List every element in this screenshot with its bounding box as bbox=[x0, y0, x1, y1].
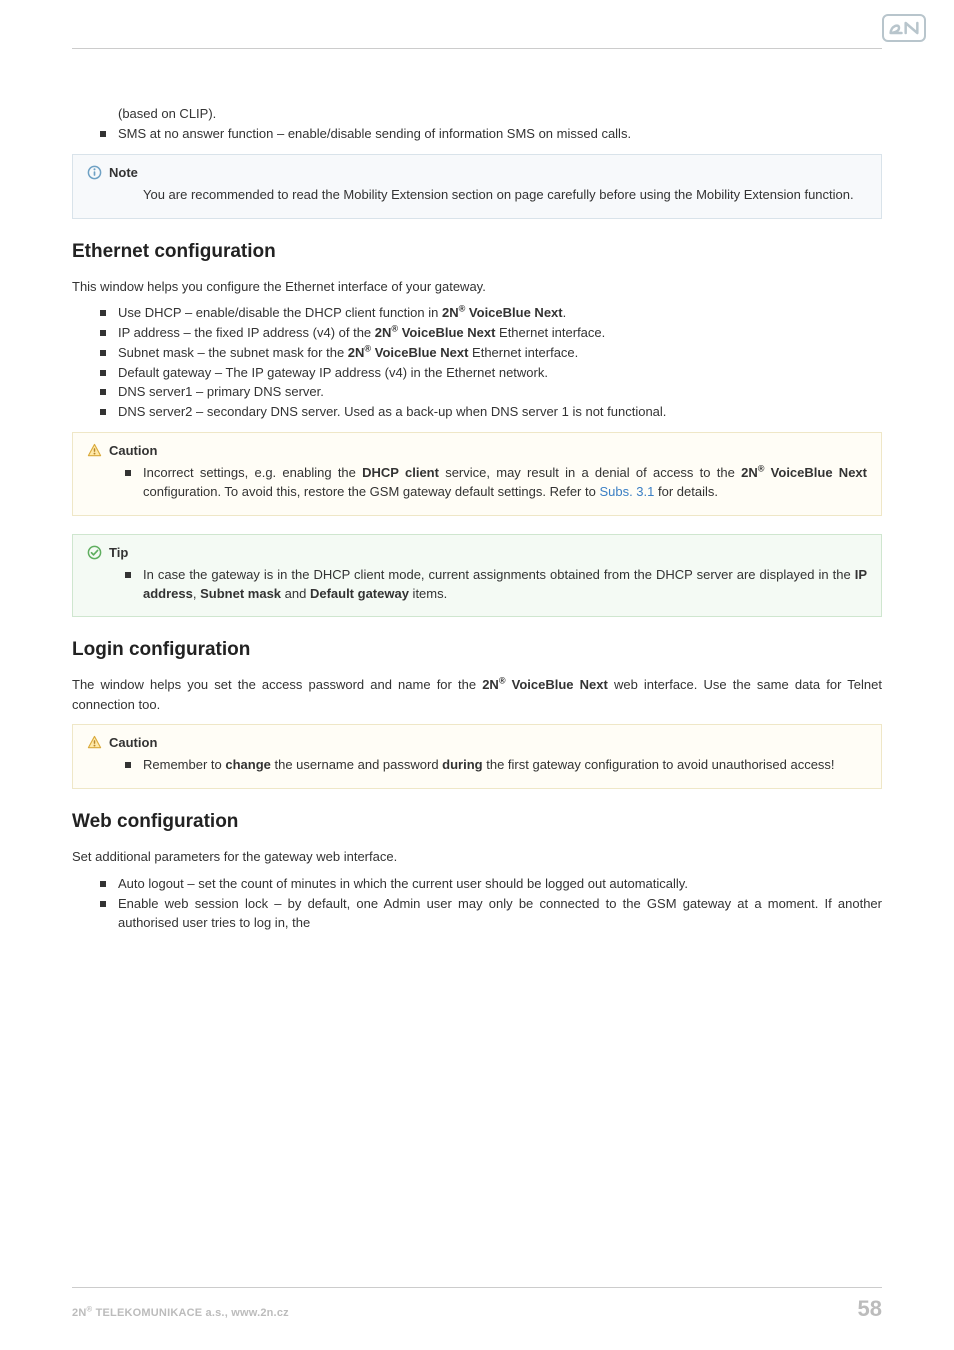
subs-3-1-link[interactable]: Subs. 3.1 bbox=[599, 484, 654, 499]
bullet-dns2: DNS server2 – secondary DNS server. Used… bbox=[118, 403, 882, 422]
bullet-use-dhcp: Use DHCP – enable/disable the DHCP clien… bbox=[118, 304, 882, 323]
check-icon bbox=[87, 545, 102, 560]
bullet-sms-no-answer: SMS at no answer function – enable/disab… bbox=[118, 125, 882, 144]
web-heading: Web configuration bbox=[72, 811, 882, 833]
tip-callout: Tip In case the gateway is in the DHCP c… bbox=[72, 534, 882, 618]
page-footer: 2N® TELEKOMUNIKACE a.s., www.2n.cz 58 bbox=[72, 1287, 882, 1322]
brand-logo bbox=[882, 14, 926, 42]
footer-company: 2N® TELEKOMUNIKACE a.s., www.2n.cz bbox=[72, 1307, 289, 1319]
caution-title: Caution bbox=[109, 443, 157, 458]
footer-page-number: 58 bbox=[858, 1296, 882, 1322]
login-heading: Login configuration bbox=[72, 639, 882, 661]
info-icon bbox=[87, 165, 102, 180]
caution-title-2: Caution bbox=[109, 735, 157, 750]
ethernet-para: This window helps you configure the Ethe… bbox=[72, 277, 882, 297]
tip-heading: Tip bbox=[87, 545, 867, 560]
bullet-auto-logout: Auto logout – set the count of minutes i… bbox=[118, 875, 882, 894]
warning-icon bbox=[87, 443, 102, 458]
note-heading: Note bbox=[87, 165, 867, 180]
bullet-default-gateway: Default gateway – The IP gateway IP addr… bbox=[118, 364, 882, 383]
intro-fragment: (based on CLIP). bbox=[118, 105, 882, 124]
ethernet-heading: Ethernet configuration bbox=[72, 241, 882, 263]
warning-icon bbox=[87, 735, 102, 750]
caution-heading: Caution bbox=[87, 443, 867, 458]
login-para: The window helps you set the access pass… bbox=[72, 675, 882, 714]
caution-callout-login: Caution Remember to change the username … bbox=[72, 724, 882, 789]
intro-fragment-text: (based on CLIP). bbox=[118, 106, 216, 121]
caution-heading-2: Caution bbox=[87, 735, 867, 750]
note-title: Note bbox=[109, 165, 138, 180]
caution-item-2: Remember to change the username and pass… bbox=[143, 756, 867, 775]
bullet-dns1: DNS server1 – primary DNS server. bbox=[118, 383, 882, 402]
bullet-subnet-mask: Subnet mask – the subnet mask for the 2N… bbox=[118, 344, 882, 363]
top-rule bbox=[72, 48, 882, 49]
tip-item: In case the gateway is in the DHCP clien… bbox=[143, 566, 867, 604]
note-item: You are recommended to read the Mobility… bbox=[143, 186, 867, 205]
note-callout: Note You are recommended to read the Mob… bbox=[72, 154, 882, 219]
caution-callout-ethernet: Caution Incorrect settings, e.g. enablin… bbox=[72, 432, 882, 516]
bullet-enable-web-session-lock: Enable web session lock – by default, on… bbox=[118, 895, 882, 933]
web-para: Set additional parameters for the gatewa… bbox=[72, 847, 882, 867]
bullet-ip-address: IP address – the fixed IP address (v4) o… bbox=[118, 324, 882, 343]
caution-item: Incorrect settings, e.g. enabling the DH… bbox=[143, 464, 867, 502]
tip-title: Tip bbox=[109, 545, 128, 560]
